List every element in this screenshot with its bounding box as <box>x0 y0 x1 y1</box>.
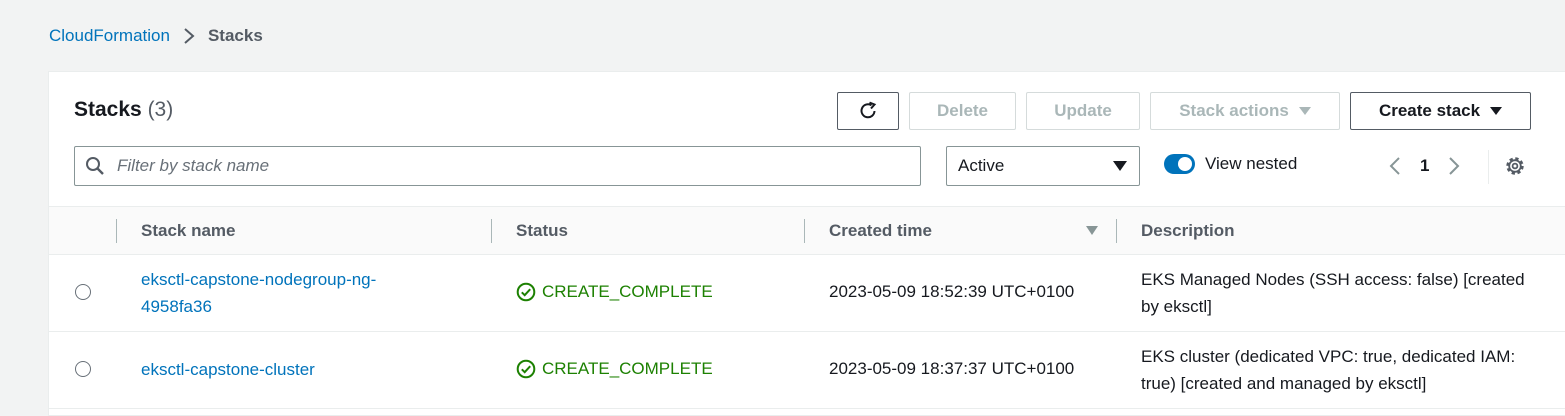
caret-down-icon <box>1113 161 1127 171</box>
column-divider <box>116 219 117 243</box>
page-number[interactable]: 1 <box>1420 156 1429 176</box>
column-header-description[interactable]: Description <box>1141 221 1235 241</box>
view-nested-label: View nested <box>1205 154 1298 173</box>
stack-filter[interactable] <box>74 146 921 186</box>
pager-divider <box>1488 150 1489 184</box>
caret-down-icon <box>1490 107 1503 115</box>
status-cell: CREATE_COMPLETE <box>516 359 713 379</box>
table-row[interactable]: eksctl-capstone-cluster CREATE_COMPLETE … <box>49 332 1565 409</box>
column-divider[interactable] <box>1116 219 1117 243</box>
stacks-count: (3) <box>147 98 174 121</box>
stacks-panel: Stacks (3) Delete Update Stack actions C… <box>48 71 1565 416</box>
status-filter-value: Active <box>958 156 1005 175</box>
description: EKS cluster (dedicated VPC: true, dedica… <box>1141 347 1516 393</box>
status-cell: CREATE_COMPLETE <box>516 282 713 302</box>
stack-actions-label: Stack actions <box>1179 101 1289 120</box>
chevron-right-icon <box>182 27 196 45</box>
table-row[interactable]: eksctl-capstone-nodegroup-ng-4958fa36 CR… <box>49 255 1565 332</box>
search-input[interactable] <box>115 155 899 177</box>
delete-button[interactable]: Delete <box>909 92 1016 130</box>
chevron-right-icon[interactable] <box>1444 154 1464 178</box>
column-divider[interactable] <box>491 219 492 243</box>
row-select-radio[interactable] <box>75 284 91 300</box>
stack-name-link[interactable]: eksctl-capstone-nodegroup-ng-4958fa36 <box>141 266 411 320</box>
breadcrumb-current: Stacks <box>207 26 263 45</box>
breadcrumb-cloudformation-link[interactable]: CloudFormation <box>49 26 170 46</box>
update-button[interactable]: Update <box>1026 92 1140 130</box>
created-time: 2023-05-09 18:52:39 UTC+0100 <box>829 282 1075 301</box>
breadcrumb: CloudFormation Stacks <box>49 24 263 48</box>
column-header-status[interactable]: Status <box>516 221 568 241</box>
stacks-title: Stacks <box>74 98 142 121</box>
table-header: Stack name Status Created time Descripti… <box>49 206 1565 255</box>
status-success-icon <box>516 282 536 302</box>
column-header-stack-name[interactable]: Stack name <box>141 221 236 241</box>
view-nested-toggle[interactable] <box>1164 154 1195 174</box>
stack-name-link[interactable]: eksctl-capstone-cluster <box>141 356 441 383</box>
row-select-radio[interactable] <box>75 361 91 377</box>
create-stack-button[interactable]: Create stack <box>1350 92 1531 130</box>
status-success-icon <box>516 359 536 379</box>
refresh-icon <box>857 100 879 122</box>
column-divider[interactable] <box>804 219 805 243</box>
status-text: CREATE_COMPLETE <box>542 359 713 378</box>
search-icon <box>85 156 105 176</box>
sort-descending-icon[interactable] <box>1086 226 1098 235</box>
pagination: 1 <box>1385 154 1464 178</box>
description: EKS Managed Nodes (SSH access: false) [c… <box>1141 270 1525 316</box>
caret-down-icon <box>1298 107 1311 115</box>
view-nested-toggle-group: View nested <box>1164 154 1297 174</box>
gear-icon[interactable] <box>1504 155 1526 177</box>
column-header-created-time[interactable]: Created time <box>829 221 932 241</box>
status-filter-select[interactable]: Active <box>946 146 1140 186</box>
create-stack-label: Create stack <box>1378 101 1481 120</box>
page-title: Stacks (3) <box>74 98 173 122</box>
created-time: 2023-05-09 18:37:37 UTC+0100 <box>829 359 1075 378</box>
status-text: CREATE_COMPLETE <box>542 282 713 301</box>
refresh-button[interactable] <box>837 92 899 130</box>
chevron-left-icon[interactable] <box>1385 154 1405 178</box>
stack-actions-button[interactable]: Stack actions <box>1150 92 1340 130</box>
